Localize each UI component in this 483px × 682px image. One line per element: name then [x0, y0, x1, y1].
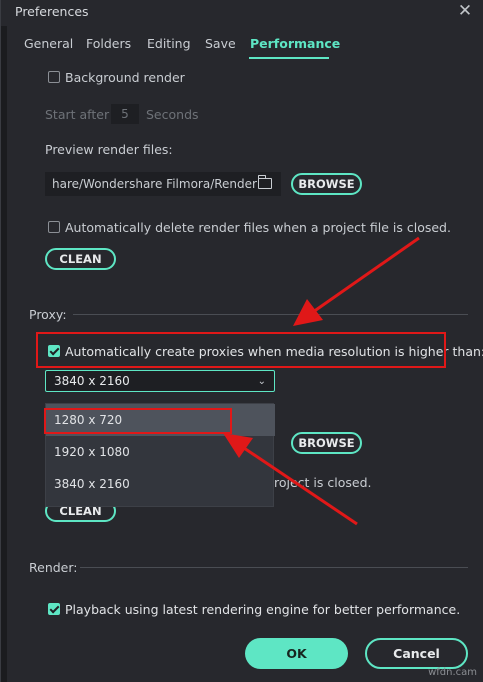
annotation-box-option: [44, 408, 232, 434]
tab-folders[interactable]: Folders: [86, 36, 131, 51]
resolution-select-value: 3840 x 2160: [54, 374, 130, 388]
preferences-window: Preferences ✕ General Folders Editing Sa…: [0, 0, 483, 682]
proxy-partial-text: roject is closed.: [274, 475, 372, 490]
annotation-box-checkbox: [36, 332, 446, 368]
proxy-browse-button[interactable]: BROWSE: [291, 432, 362, 454]
start-after-label: Start after: [45, 107, 110, 122]
playback-engine-label: Playback using latest rendering engine f…: [65, 602, 461, 617]
tab-general[interactable]: General: [24, 36, 73, 51]
ok-button[interactable]: OK: [245, 638, 348, 669]
window-title: Preferences: [15, 4, 89, 19]
tab-performance[interactable]: Performance: [250, 36, 340, 51]
folder-icon[interactable]: [257, 175, 272, 189]
arrow-shaft: [312, 236, 420, 314]
render-section-label: Render:: [29, 560, 78, 575]
auto-delete-checkbox[interactable]: [48, 221, 60, 233]
render-path-value: hare/Wondershare Filmora/Render: [52, 177, 257, 191]
title-bar: Preferences ✕: [1, 0, 483, 26]
start-after-input[interactable]: 5: [111, 104, 139, 124]
proxy-section-label: Proxy:: [29, 307, 67, 322]
cancel-button[interactable]: Cancel: [365, 638, 468, 669]
proxy-divider: [73, 314, 468, 315]
clean-button[interactable]: CLEAN: [45, 248, 116, 270]
arrow-head: [293, 299, 323, 326]
left-edge: [1, 26, 7, 682]
background-render-checkbox[interactable]: [48, 71, 60, 83]
playback-engine-checkbox[interactable]: [48, 603, 60, 615]
preview-render-files-label: Preview render files:: [45, 142, 173, 157]
render-divider: [80, 567, 468, 568]
resolution-option-label: 1920 x 1080: [54, 445, 130, 459]
resolution-option-label: 3840 x 2160: [54, 477, 130, 491]
tab-editing[interactable]: Editing: [147, 36, 191, 51]
browse-button[interactable]: BROWSE: [291, 173, 362, 195]
watermark: wfdn.cam: [428, 667, 477, 678]
background-render-label: Background render: [65, 70, 185, 85]
close-icon[interactable]: ✕: [456, 2, 474, 20]
resolution-option-3840[interactable]: 3840 x 2160: [46, 468, 275, 500]
resolution-select[interactable]: 3840 x 2160 ⌄: [45, 370, 275, 392]
render-path-field[interactable]: hare/Wondershare Filmora/Render: [45, 172, 281, 196]
resolution-option-1920[interactable]: 1920 x 1080: [46, 436, 275, 468]
chevron-down-icon: ⌄: [257, 376, 266, 387]
tab-save[interactable]: Save: [205, 36, 236, 51]
seconds-label: Seconds: [146, 107, 199, 122]
auto-delete-label: Automatically delete render files when a…: [65, 220, 451, 235]
active-tab-indicator: [249, 57, 329, 59]
arrow-to-checkbox: [293, 236, 420, 326]
